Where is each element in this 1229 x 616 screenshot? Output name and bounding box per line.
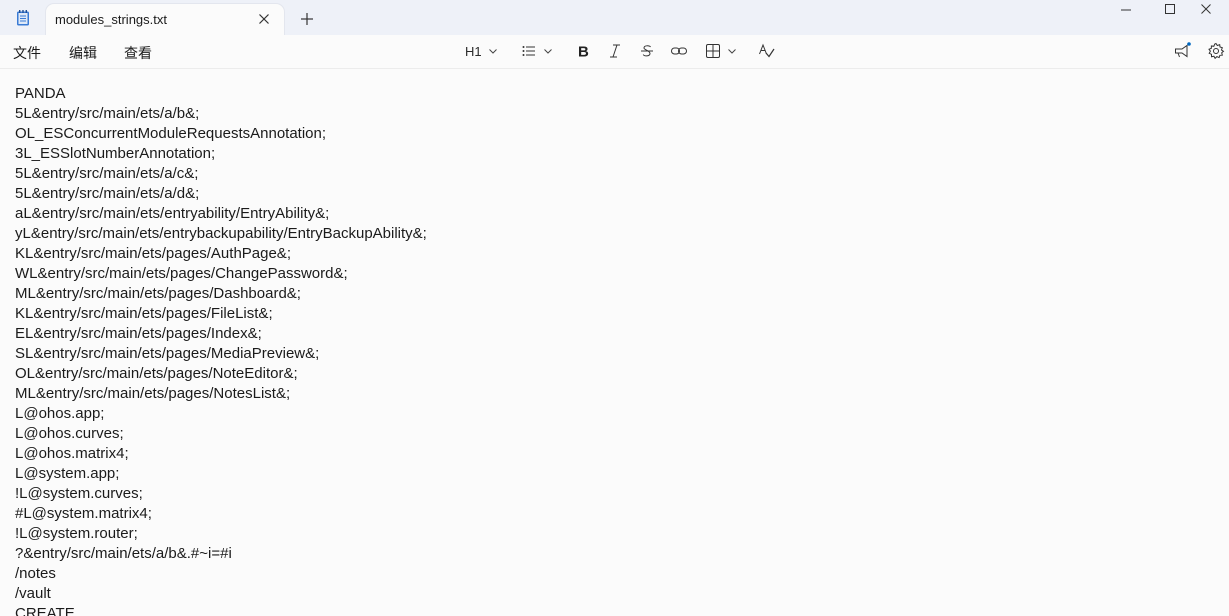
- menu-edit[interactable]: 编辑: [69, 43, 97, 63]
- link-icon: [671, 47, 687, 55]
- bold-button[interactable]: B: [575, 41, 591, 61]
- strikethrough-icon: [641, 45, 653, 57]
- list-icon: [522, 46, 535, 56]
- maximize-icon: [1165, 4, 1175, 14]
- text-line: 3L_ESSlotNumberAnnotation;: [15, 145, 216, 162]
- text-line: 5L&entry/src/main/ets/a/d&;: [15, 185, 200, 202]
- text-line: !L@system.router;: [15, 525, 138, 542]
- text-line: EL&entry/src/main/ets/pages/Index&;: [15, 325, 262, 342]
- feedback-button[interactable]: [1173, 41, 1191, 61]
- minimize-icon: [1121, 9, 1131, 11]
- megaphone-icon: [1175, 42, 1191, 58]
- italic-button[interactable]: [607, 41, 623, 61]
- text-line: OL_ESConcurrentModuleRequestsAnnotation;: [15, 125, 327, 142]
- gear-icon: [1208, 42, 1225, 60]
- text-line: L@ohos.curves;: [15, 425, 124, 442]
- chevron-down-icon: [544, 49, 552, 54]
- text-line: ML&entry/src/main/ets/pages/NotesList&;: [15, 385, 291, 402]
- window-close-button[interactable]: [1183, 0, 1229, 30]
- text-line: L@ohos.matrix4;: [15, 445, 129, 462]
- table-icon: [706, 44, 720, 58]
- text-line: #L@system.matrix4;: [15, 505, 152, 522]
- minimize-button[interactable]: [1103, 0, 1149, 30]
- text-editor[interactable]: PANDA 5L&entry/src/main/ets/a/b&; OL_ESCon…: [0, 69, 1229, 616]
- tab-modules-strings[interactable]: modules_strings.txt: [46, 4, 284, 35]
- text-line: /notes: [15, 565, 56, 582]
- svg-text:B: B: [578, 44, 589, 60]
- plus-icon[interactable]: [298, 10, 316, 28]
- notepad-window: modules_strings.txt 文件 编辑 查看 H1 B PANDA …: [0, 0, 1229, 616]
- text-line: SL&entry/src/main/ets/pages/MediaPreview…: [15, 345, 320, 362]
- text-line: yL&entry/src/main/ets/entrybackupability…: [15, 225, 427, 242]
- text-line: /vault: [15, 585, 51, 602]
- spellcheck-icon: [759, 43, 775, 58]
- close-icon: [1201, 4, 1211, 14]
- text-line: L@ohos.app;: [15, 405, 105, 422]
- table-dropdown[interactable]: [705, 41, 737, 61]
- text-line: KL&entry/src/main/ets/pages/AuthPage&;: [15, 245, 291, 262]
- italic-icon: [610, 44, 620, 58]
- text-line: KL&entry/src/main/ets/pages/FileList&;: [15, 305, 273, 322]
- tab-title: modules_strings.txt: [55, 12, 167, 27]
- text-line: 5L&entry/src/main/ets/a/b&;: [15, 105, 200, 122]
- title-bar: modules_strings.txt: [0, 0, 1229, 35]
- chevron-down-icon: [728, 49, 736, 54]
- text-line: CREATE: [15, 605, 75, 616]
- text-line: L@system.app;: [15, 465, 120, 482]
- close-icon[interactable]: [256, 11, 272, 27]
- text-line: PANDA: [15, 85, 66, 102]
- spellcheck-button[interactable]: [758, 41, 776, 61]
- notepad-icon: [14, 9, 32, 27]
- menu-view[interactable]: 查看: [124, 43, 152, 63]
- link-button[interactable]: [670, 41, 688, 61]
- menu-file[interactable]: 文件: [13, 43, 41, 63]
- text-line: aL&entry/src/main/ets/entryability/Entry…: [15, 205, 330, 222]
- text-line: !L@system.curves;: [15, 485, 143, 502]
- chevron-down-icon: [488, 49, 497, 54]
- text-line: OL&entry/src/main/ets/pages/NoteEditor&;: [15, 365, 298, 382]
- heading-label: H1: [465, 43, 482, 59]
- bold-icon: B: [578, 44, 589, 60]
- strikethrough-button[interactable]: [639, 41, 655, 61]
- text-line: ML&entry/src/main/ets/pages/Dashboard&;: [15, 285, 301, 302]
- text-line: 5L&entry/src/main/ets/a/c&;: [15, 165, 199, 182]
- text-line: WL&entry/src/main/ets/pages/ChangePasswo…: [15, 265, 348, 282]
- heading-dropdown[interactable]: H1: [465, 41, 498, 61]
- text-line: ?&entry/src/main/ets/a/b&.#~i=#i: [15, 545, 232, 562]
- settings-button[interactable]: [1207, 41, 1225, 61]
- menu-toolbar: 文件 编辑 查看 H1 B: [0, 35, 1229, 69]
- list-dropdown[interactable]: [521, 41, 553, 61]
